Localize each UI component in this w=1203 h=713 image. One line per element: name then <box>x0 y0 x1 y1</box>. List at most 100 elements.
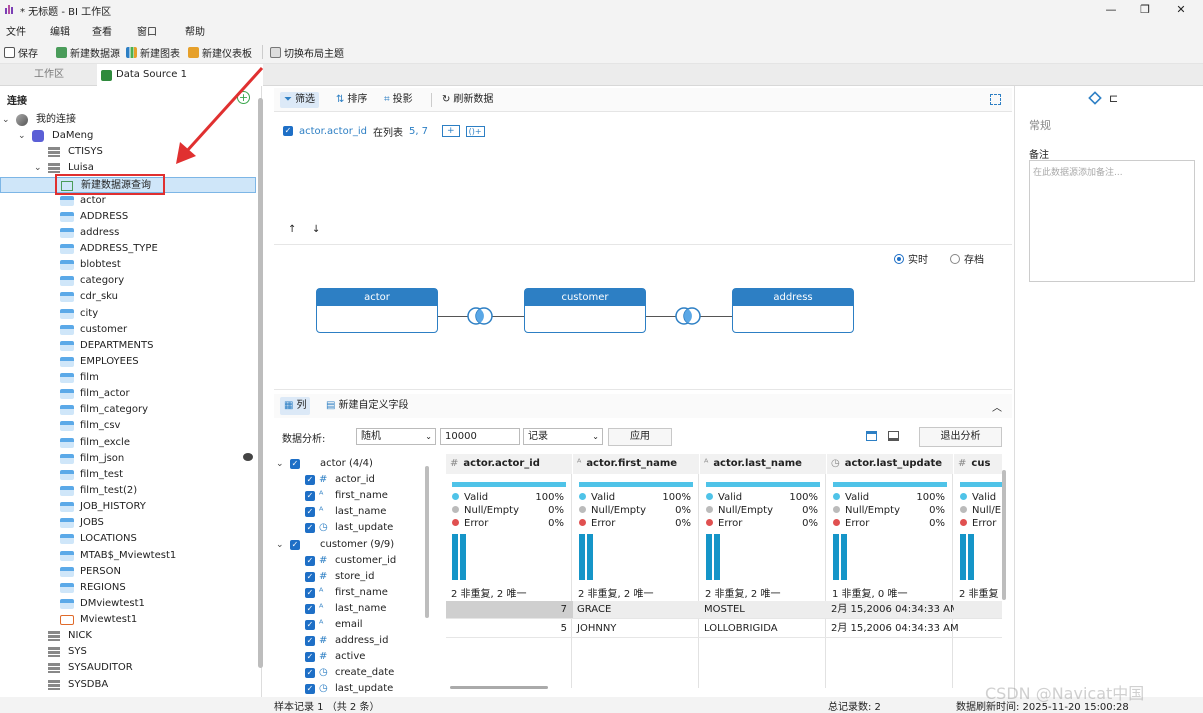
chevron-down-icon[interactable]: ⌄ <box>18 128 26 144</box>
group-checkbox[interactable]: ✓ <box>290 459 300 469</box>
sample-count-input[interactable]: 10000 <box>440 428 520 445</box>
table-cell[interactable]: 2月 15,2006 04:34:33 AM <box>827 601 959 619</box>
field-item[interactable]: ✓ ᴬ first_name <box>274 488 424 504</box>
tree-scrollbar[interactable] <box>258 98 263 668</box>
tree-table-item[interactable]: film_test <box>0 467 256 483</box>
inner-join-icon[interactable] <box>467 307 493 325</box>
column-header[interactable]: ᴬ actor.last_name <box>700 454 826 474</box>
field-checkbox[interactable]: ✓ <box>305 684 315 694</box>
tree-table-item[interactable]: film_csv <box>0 418 256 434</box>
field-checkbox[interactable]: ✓ <box>305 523 315 533</box>
grid-scrollbar-v[interactable] <box>1002 470 1006 600</box>
properties-icon[interactable] <box>1088 91 1102 105</box>
field-tree-scrollbar[interactable] <box>425 466 429 618</box>
field-item[interactable]: ✓ ᴬ last_name <box>274 504 424 520</box>
field-item[interactable]: ✓ # address_id <box>274 633 424 649</box>
table-cell[interactable]: 7 <box>446 601 573 619</box>
tree-schema[interactable]: SYS <box>0 644 256 660</box>
join-table-address[interactable]: address <box>732 288 854 333</box>
field-item[interactable]: ✓ ◷ last_update <box>274 520 424 536</box>
tree-table-item[interactable]: blobtest <box>0 257 256 273</box>
field-item[interactable]: ✓ # actor_id <box>274 472 424 488</box>
field-item[interactable]: ✓ ◷ last_update <box>274 681 424 697</box>
tree-table-item[interactable]: film_excle <box>0 435 256 451</box>
table-cell[interactable] <box>954 601 1002 619</box>
tree-table-item[interactable]: film_actor <box>0 386 256 402</box>
field-item[interactable]: ✓ # active <box>274 649 424 665</box>
field-checkbox[interactable]: ✓ <box>305 588 315 598</box>
new-dashboard-button[interactable]: 新建仪表板 <box>188 45 252 60</box>
chevron-down-icon[interactable]: ⌄ <box>276 456 284 472</box>
grid-scrollbar-h[interactable] <box>450 686 548 689</box>
menu-help[interactable]: 帮助 <box>185 23 205 38</box>
table-cell[interactable] <box>954 620 1002 638</box>
tree-table-item[interactable]: DMviewtest1 <box>0 596 256 612</box>
tree-table-item[interactable]: cdr_sku <box>0 289 256 305</box>
structure-icon[interactable]: ⊏ <box>1109 92 1118 105</box>
column-header[interactable]: ◷ actor.last_update <box>827 454 953 474</box>
add-group-button[interactable]: ()+ <box>465 125 485 137</box>
minimize-button[interactable]: — <box>1096 2 1126 18</box>
new-chart-button[interactable]: 新建图表 <box>126 45 180 60</box>
tree-table-item[interactable]: PERSON <box>0 564 256 580</box>
tree-schema[interactable]: SYSAUDITOR <box>0 660 256 676</box>
collapse-icon[interactable]: ︿ <box>992 399 1002 414</box>
table-cell[interactable]: 5 <box>446 620 573 638</box>
realtime-radio[interactable]: 实时 <box>894 251 928 266</box>
menu-edit[interactable]: 编辑 <box>50 23 70 38</box>
table-cell[interactable]: MOSTEL <box>700 601 827 619</box>
tree-table-item[interactable]: film_test(2) <box>0 483 256 499</box>
field-checkbox[interactable]: ✓ <box>305 668 315 678</box>
field-checkbox[interactable]: ✓ <box>305 636 315 646</box>
join-table-customer[interactable]: customer <box>524 288 646 333</box>
tree-table-item[interactable]: city <box>0 306 256 322</box>
field-checkbox[interactable]: ✓ <box>305 556 315 566</box>
table-cell[interactable]: 2月 15,2006 04:34:33 AM <box>827 620 959 638</box>
field-checkbox[interactable]: ✓ <box>305 507 315 517</box>
profile-column[interactable]: ◷ actor.last_update Valid 100% Null/Empty 0% E… <box>827 454 953 688</box>
filter-tab[interactable]: ⏷ 筛选 <box>280 92 319 108</box>
field-item[interactable]: ✓ # customer_id <box>274 553 424 569</box>
expand-icon[interactable] <box>990 94 1001 105</box>
tree-table-item[interactable]: MTAB$_Mviewtest1 <box>0 548 256 564</box>
tree-schema[interactable]: NICK <box>0 628 256 644</box>
tree-table-item[interactable]: REGIONS <box>0 580 256 596</box>
column-header[interactable]: ᴬ actor.first_name <box>573 454 699 474</box>
profile-column[interactable]: ᴬ actor.first_name Valid 100% Null/Empty 0% Er… <box>573 454 699 688</box>
tree-table-item[interactable]: EMPLOYEES <box>0 354 256 370</box>
menu-window[interactable]: 窗口 <box>137 23 157 38</box>
inner-join-icon[interactable] <box>675 307 701 325</box>
layout-top-icon[interactable] <box>866 431 877 441</box>
table-cell[interactable]: LOLLOBRIGIDA <box>700 620 827 638</box>
menu-file[interactable]: 文件 <box>6 23 26 38</box>
filter-operator[interactable]: 在列表 <box>373 124 403 139</box>
apply-button[interactable]: 应用 <box>608 428 672 446</box>
tree-table-item[interactable]: Mviewtest1 <box>0 612 256 628</box>
tree-table-item[interactable]: film_json <box>0 451 256 467</box>
projection-tab[interactable]: ⌗ 投影 <box>380 92 417 108</box>
tree-table-item[interactable]: category <box>0 273 256 289</box>
join-table-actor[interactable]: actor <box>316 288 438 333</box>
tree-schema[interactable]: SYSDBA <box>0 677 256 693</box>
chevron-down-icon[interactable]: ⌄ <box>276 537 284 553</box>
column-header[interactable]: # cus <box>954 454 1002 474</box>
field-group[interactable]: ⌄ ✓ customer (9/9) <box>274 537 424 553</box>
switch-theme-button[interactable]: 切换布局主题 <box>270 45 344 60</box>
field-item[interactable]: ✓ # store_id <box>274 569 424 585</box>
tree-table-item[interactable]: actor <box>0 193 256 209</box>
close-button[interactable]: ✕ <box>1166 2 1196 18</box>
field-item[interactable]: ✓ ᴬ first_name <box>274 585 424 601</box>
tree-table-item[interactable]: JOB_HISTORY <box>0 499 256 515</box>
tree-table-item[interactable]: JOBS <box>0 515 256 531</box>
field-checkbox[interactable]: ✓ <box>305 604 315 614</box>
field-checkbox[interactable]: ✓ <box>305 652 315 662</box>
sample-unit-select[interactable]: 记录 ⌄ <box>523 428 603 445</box>
tree-table-item[interactable]: DEPARTMENTS <box>0 338 256 354</box>
field-item[interactable]: ✓ ◷ create_date <box>274 665 424 681</box>
group-checkbox[interactable]: ✓ <box>290 540 300 550</box>
eye-icon[interactable] <box>243 453 253 461</box>
maximize-button[interactable]: ❐ <box>1130 2 1160 18</box>
tree-table-item[interactable]: LOCATIONS <box>0 531 256 547</box>
columns-tab[interactable]: ▦ 列 <box>280 397 311 415</box>
field-checkbox[interactable]: ✓ <box>305 491 315 501</box>
